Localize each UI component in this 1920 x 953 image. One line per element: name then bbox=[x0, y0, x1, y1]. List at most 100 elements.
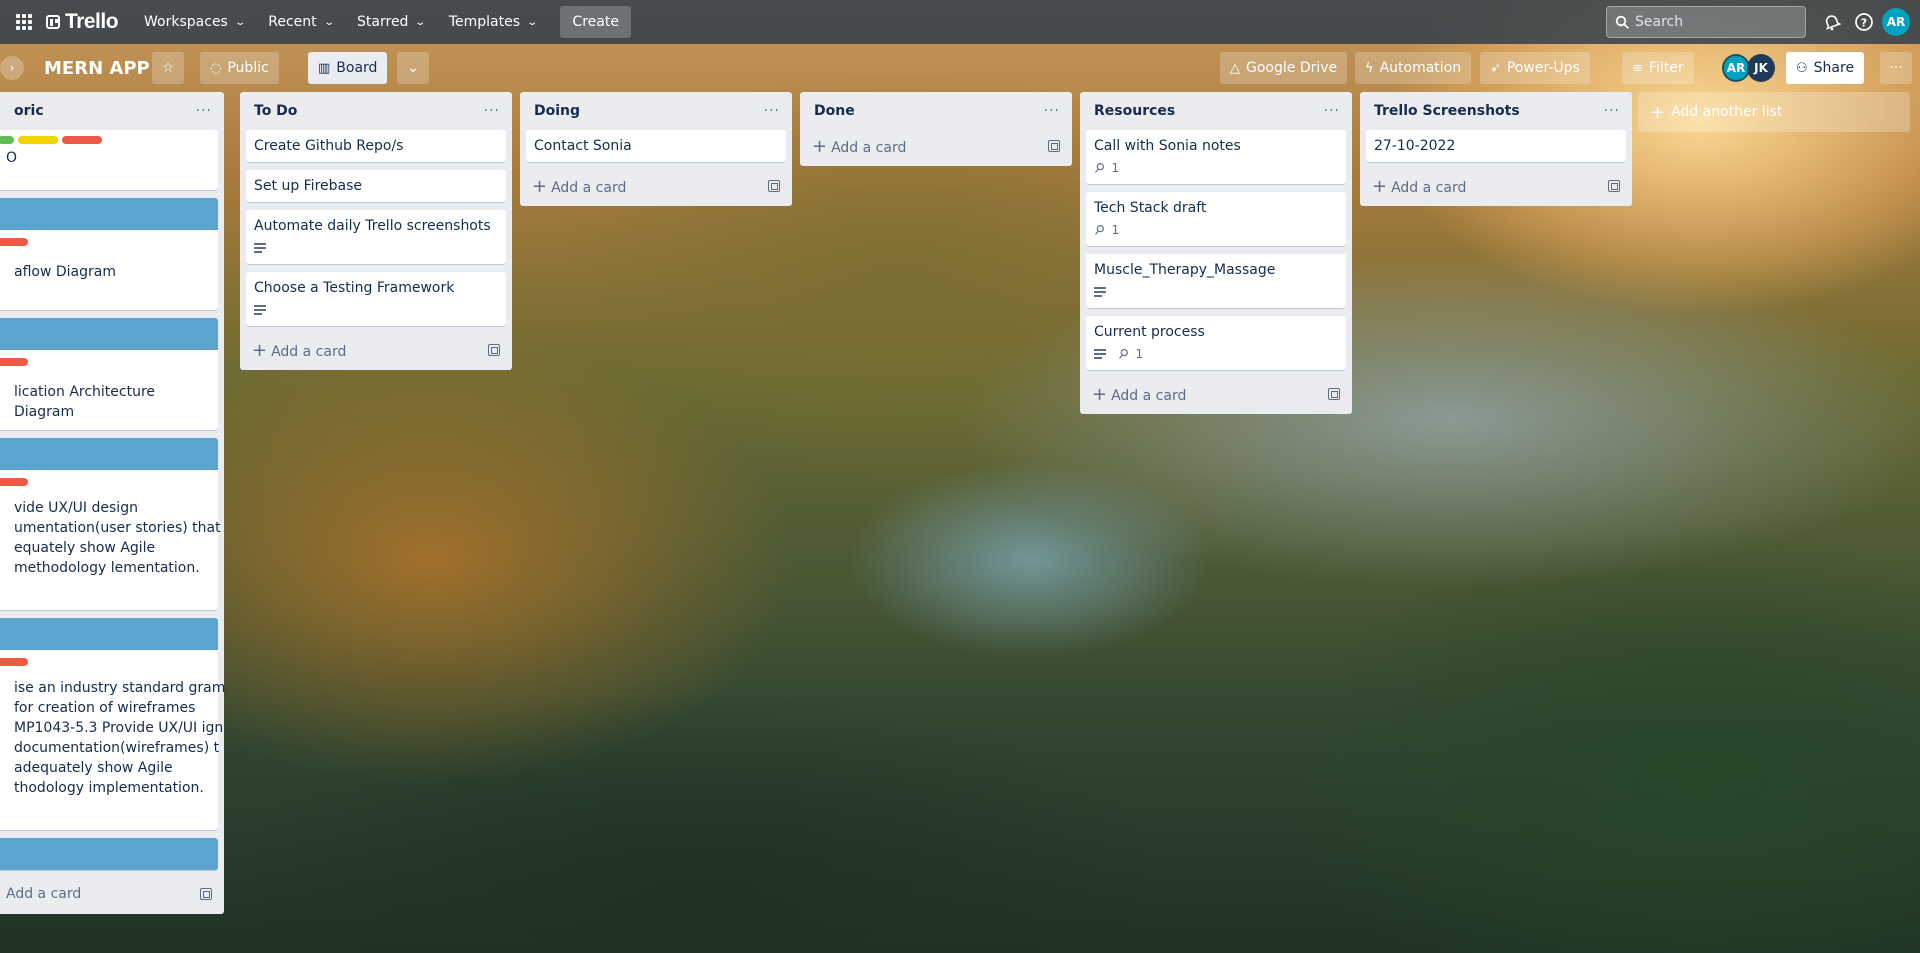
list-card[interactable]: vide UX/UI design umentation(user storie… bbox=[0, 438, 221, 610]
list-menu-icon[interactable]: ··· bbox=[1604, 103, 1620, 119]
card-template-icon[interactable] bbox=[1048, 140, 1060, 152]
plus-icon: + bbox=[1092, 383, 1108, 405]
starred-menu[interactable]: Starred ⌄ bbox=[347, 6, 435, 38]
label-yellow[interactable] bbox=[18, 136, 58, 144]
list-card[interactable]: Muscle_Therapy_Massage bbox=[1086, 254, 1346, 308]
trello-logo[interactable]: Trello bbox=[46, 10, 119, 34]
add-list-button[interactable]: + Add another list bbox=[1638, 92, 1910, 132]
add-card-button[interactable]: + Add a card bbox=[806, 130, 1066, 162]
list-card[interactable]: Call with Sonia notes ⚲ 1 bbox=[1086, 130, 1346, 184]
card-labels bbox=[0, 238, 210, 246]
card-template-icon[interactable] bbox=[488, 344, 500, 356]
label-red[interactable] bbox=[62, 136, 102, 144]
list-card[interactable]: Contact Sonia bbox=[526, 130, 786, 162]
add-card-button[interactable]: + Add a card bbox=[1366, 170, 1626, 202]
list-rubric: oric ··· O aflow Diagram lication Archit… bbox=[0, 92, 225, 914]
notifications-bell-icon[interactable] bbox=[1816, 6, 1848, 38]
recent-menu[interactable]: Recent ⌄ bbox=[258, 6, 343, 38]
list-card[interactable]: Current process ⚲ 1 bbox=[1086, 316, 1346, 370]
power-ups-button[interactable]: ➶ Power-Ups bbox=[1480, 52, 1590, 84]
label-red[interactable] bbox=[0, 358, 28, 366]
list-card[interactable]: Tech Stack draft ⚲ 1 bbox=[1086, 192, 1346, 246]
automation-button[interactable]: ϟ Automation bbox=[1355, 52, 1472, 84]
list-card[interactable]: aflow Diagram bbox=[0, 198, 218, 310]
list-card[interactable]: O bbox=[0, 130, 218, 190]
card-badges: ⚲ 1 bbox=[1094, 344, 1338, 364]
google-drive-button[interactable]: △ Google Drive bbox=[1220, 52, 1348, 84]
plus-icon: + bbox=[1372, 175, 1388, 197]
attachment-count: 1 bbox=[1135, 347, 1144, 361]
avatar[interactable]: AR bbox=[1722, 54, 1750, 82]
add-card-label: Add a card bbox=[1111, 387, 1187, 404]
list-card[interactable]: Set up Firebase bbox=[246, 170, 506, 202]
label-red[interactable] bbox=[0, 478, 28, 486]
sidebar-toggle-button[interactable]: › bbox=[0, 56, 24, 80]
app-switcher-icon[interactable] bbox=[8, 6, 40, 38]
list-title[interactable]: Resources bbox=[1094, 103, 1175, 119]
create-button[interactable]: Create bbox=[560, 6, 631, 38]
card-badges bbox=[254, 238, 498, 258]
account-menu[interactable]: AR bbox=[1880, 6, 1912, 38]
list-card[interactable]: Automate daily Trello screenshots bbox=[246, 210, 506, 264]
list-menu-icon[interactable]: ··· bbox=[1324, 103, 1340, 119]
card-template-icon[interactable] bbox=[200, 888, 212, 900]
list-menu-icon[interactable]: ··· bbox=[196, 103, 212, 119]
board-members: AR JK bbox=[1722, 54, 1775, 82]
filter-label: Filter bbox=[1648, 60, 1684, 76]
switch-views-button[interactable]: ⌄ bbox=[397, 52, 429, 84]
add-card-button[interactable]: + Add a card bbox=[246, 334, 506, 366]
list-title[interactable]: Trello Screenshots bbox=[1374, 103, 1520, 119]
add-card-button[interactable]: + Add a card bbox=[1086, 378, 1346, 410]
board-title[interactable]: MERN APP bbox=[44, 58, 150, 79]
visibility-button[interactable]: ◌ Public bbox=[200, 52, 279, 84]
list-title[interactable]: Doing bbox=[534, 103, 580, 119]
chevron-down-icon: ⌄ bbox=[322, 16, 335, 28]
card-title: Current process bbox=[1094, 324, 1205, 340]
list-menu-icon[interactable]: ··· bbox=[764, 103, 780, 119]
chevron-down-icon: ⌄ bbox=[414, 16, 427, 28]
card-title: Contact Sonia bbox=[534, 138, 632, 154]
label-red[interactable] bbox=[0, 658, 28, 666]
card-cover bbox=[0, 438, 218, 470]
search-input[interactable] bbox=[1635, 14, 1785, 30]
list-doing: Doing ··· Contact Sonia + Add a card bbox=[520, 92, 792, 206]
add-card-button[interactable]: + Add a card bbox=[526, 170, 786, 202]
list-card[interactable] bbox=[0, 838, 218, 870]
rocket-icon: ➶ bbox=[1490, 60, 1501, 76]
avatar[interactable]: JK bbox=[1747, 54, 1775, 82]
help-icon[interactable]: ? bbox=[1848, 6, 1880, 38]
list-card[interactable]: ise an industry standard gram for creati… bbox=[0, 618, 225, 830]
workspaces-menu[interactable]: Workspaces ⌄ bbox=[134, 6, 254, 38]
search-box[interactable] bbox=[1606, 6, 1806, 38]
star-board-button[interactable]: ☆ bbox=[152, 52, 184, 84]
templates-menu[interactable]: Templates ⌄ bbox=[439, 6, 547, 38]
attachment-count: 1 bbox=[1111, 161, 1120, 175]
list-card[interactable]: Choose a Testing Framework bbox=[246, 272, 506, 326]
list-card[interactable]: Create Github Repo/s bbox=[246, 130, 506, 162]
label-red[interactable] bbox=[0, 238, 28, 246]
list-title[interactable]: oric bbox=[14, 103, 44, 119]
list-card[interactable]: lication Architecture Diagram bbox=[0, 318, 218, 430]
card-title: 27-10-2022 bbox=[1374, 138, 1456, 154]
board-menu-button[interactable]: ··· bbox=[1880, 52, 1912, 84]
filter-button[interactable]: ≡ Filter bbox=[1622, 52, 1694, 84]
card-title: Tech Stack draft bbox=[1094, 200, 1207, 216]
chevron-down-icon: ⌄ bbox=[526, 16, 539, 28]
list-menu-icon[interactable]: ··· bbox=[484, 103, 500, 119]
list-card[interactable]: 27-10-2022 bbox=[1366, 130, 1626, 162]
board-view-button[interactable]: ▥ Board bbox=[308, 52, 388, 84]
list-title[interactable]: To Do bbox=[254, 103, 297, 119]
list-title[interactable]: Done bbox=[814, 103, 855, 119]
google-drive-icon: △ bbox=[1230, 60, 1240, 76]
list-menu-icon[interactable]: ··· bbox=[1044, 103, 1060, 119]
share-button[interactable]: ⚇ Share bbox=[1786, 52, 1865, 84]
avatar: AR bbox=[1882, 8, 1910, 36]
plus-icon: + bbox=[1650, 101, 1666, 123]
label-green[interactable] bbox=[0, 136, 14, 144]
card-template-icon[interactable] bbox=[1608, 180, 1620, 192]
card-template-icon[interactable] bbox=[768, 180, 780, 192]
card-template-icon[interactable] bbox=[1328, 388, 1340, 400]
card-title: Automate daily Trello screenshots bbox=[254, 218, 491, 234]
recent-label: Recent bbox=[268, 14, 317, 30]
add-card-button[interactable]: Add a card bbox=[0, 878, 218, 910]
